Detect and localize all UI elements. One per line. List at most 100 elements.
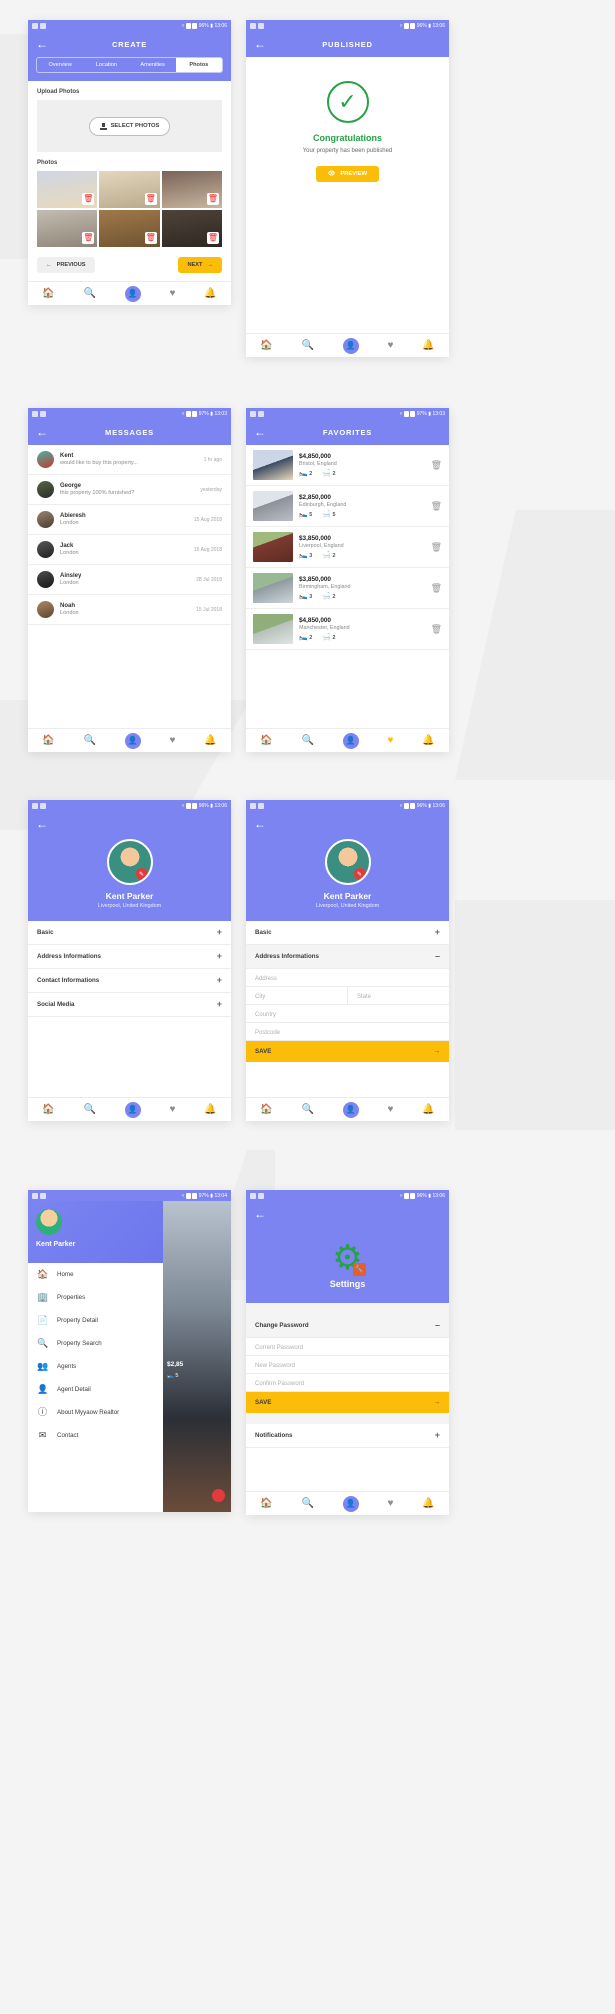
upload-dropzone[interactable]: SELECT PHOTOS xyxy=(37,100,222,152)
table-row[interactable]: $3,850,000 Birmingham, England 🛌 3 🛁 2 🗑 xyxy=(246,568,449,609)
photo-thumb[interactable]: 🗑 xyxy=(37,210,98,247)
select-photos-button[interactable]: SELECT PHOTOS xyxy=(88,116,171,136)
nav-profile-icon[interactable]: 👤 xyxy=(342,1495,359,1512)
nav-heart-icon[interactable]: ♥ xyxy=(387,735,393,746)
floating-action-button[interactable] xyxy=(212,1489,225,1502)
nav-bell-icon[interactable]: 🔔 xyxy=(422,1498,434,1509)
nav-home-icon[interactable]: 🏠 xyxy=(42,1104,54,1115)
tab-amenities[interactable]: Amenities xyxy=(130,58,176,72)
menu-item-properties[interactable]: 🏢 Properties xyxy=(28,1286,163,1309)
nav-home-icon[interactable]: 🏠 xyxy=(260,735,272,746)
nav-search-icon[interactable]: 🔍 xyxy=(302,1104,314,1115)
menu-item-agents[interactable]: 👥 Agents xyxy=(28,1355,163,1378)
delete-photo-button[interactable]: 🗑 xyxy=(82,232,95,244)
nav-heart-icon[interactable]: ♥ xyxy=(169,288,175,299)
list-item[interactable]: Noah London 15 Jul 2018 xyxy=(28,595,231,625)
nav-home-icon[interactable]: 🏠 xyxy=(260,1104,272,1115)
nav-profile-icon[interactable]: 👤 xyxy=(124,1101,141,1118)
nav-bell-icon[interactable]: 🔔 xyxy=(204,1104,216,1115)
photo-thumb[interactable]: 🗑 xyxy=(99,171,160,208)
menu-item-agent-detail[interactable]: 👤 Agent Detail xyxy=(28,1378,163,1401)
nav-search-icon[interactable]: 🔍 xyxy=(84,288,96,299)
back-arrow-icon[interactable]: ← xyxy=(36,818,48,830)
accordion-contact[interactable]: Contact Informations + xyxy=(28,969,231,993)
accordion-address[interactable]: Address Informations – xyxy=(246,945,449,969)
menu-item-property-detail[interactable]: 📄 Property Detail xyxy=(28,1309,163,1332)
nav-heart-icon[interactable]: ♥ xyxy=(387,340,393,351)
nav-search-icon[interactable]: 🔍 xyxy=(302,340,314,351)
tab-overview[interactable]: Overview xyxy=(37,58,83,72)
list-item[interactable]: Abieresh London 15 Aug 2018 xyxy=(28,505,231,535)
nav-heart-icon[interactable]: ♥ xyxy=(387,1498,393,1509)
remove-favorite-button[interactable]: 🗑 xyxy=(431,624,442,635)
remove-favorite-button[interactable]: 🗑 xyxy=(431,501,442,512)
current-password-field[interactable]: Current Password xyxy=(246,1338,449,1356)
list-item[interactable]: Jack London 15 Aug 2018 xyxy=(28,535,231,565)
postcode-field[interactable]: Postcode xyxy=(246,1023,449,1041)
nav-search-icon[interactable]: 🔍 xyxy=(84,735,96,746)
city-field[interactable]: City xyxy=(246,987,348,1005)
preview-button[interactable]: 👁 PREVIEW xyxy=(315,166,380,182)
menu-item-home[interactable]: 🏠 Home xyxy=(28,1263,163,1286)
accordion-change-password[interactable]: Change Password – xyxy=(246,1314,449,1338)
tab-location[interactable]: Location xyxy=(83,58,129,72)
nav-profile-icon[interactable]: 👤 xyxy=(342,1101,359,1118)
nav-search-icon[interactable]: 🔍 xyxy=(302,735,314,746)
table-row[interactable]: $3,850,000 Liverpool, England 🛌 3 🛁 2 🗑 xyxy=(246,527,449,568)
nav-profile-icon[interactable]: 👤 xyxy=(124,285,141,302)
nav-bell-icon[interactable]: 🔔 xyxy=(422,1104,434,1115)
save-button[interactable]: SAVE → xyxy=(246,1392,449,1413)
delete-photo-button[interactable]: 🗑 xyxy=(82,193,95,205)
photo-thumb[interactable]: 🗑 xyxy=(37,171,98,208)
back-arrow-icon[interactable]: ← xyxy=(254,426,266,438)
nav-home-icon[interactable]: 🏠 xyxy=(42,735,54,746)
nav-bell-icon[interactable]: 🔔 xyxy=(422,735,434,746)
new-password-field[interactable]: New Password xyxy=(246,1356,449,1374)
avatar[interactable]: ✎ xyxy=(106,839,153,885)
nav-search-icon[interactable]: 🔍 xyxy=(302,1498,314,1509)
back-arrow-icon[interactable]: ← xyxy=(254,38,266,50)
accordion-notifications[interactable]: Notifications + xyxy=(246,1424,449,1448)
nav-heart-icon[interactable]: ♥ xyxy=(169,735,175,746)
nav-home-icon[interactable]: 🏠 xyxy=(260,1498,272,1509)
accordion-basic[interactable]: Basic + xyxy=(246,921,449,945)
edit-badge-icon[interactable]: ✎ xyxy=(353,868,366,880)
back-arrow-icon[interactable]: ← xyxy=(36,38,48,50)
save-button[interactable]: SAVE → xyxy=(246,1041,449,1062)
table-row[interactable]: $4,850,000 Manchester, England 🛌 2 🛁 2 🗑 xyxy=(246,609,449,650)
country-field[interactable]: Country xyxy=(246,1005,449,1023)
nav-profile-icon[interactable]: 👤 xyxy=(342,732,359,749)
edit-badge-icon[interactable]: ✎ xyxy=(135,868,148,880)
nav-home-icon[interactable]: 🏠 xyxy=(42,288,54,299)
nav-bell-icon[interactable]: 🔔 xyxy=(204,735,216,746)
menu-item-property-search[interactable]: 🔍 Property Search xyxy=(28,1332,163,1355)
remove-favorite-button[interactable]: 🗑 xyxy=(431,583,442,594)
photo-thumb[interactable]: 🗑 xyxy=(161,171,222,208)
remove-favorite-button[interactable]: 🗑 xyxy=(431,460,442,471)
photo-thumb[interactable]: 🗑 xyxy=(161,210,222,247)
accordion-address[interactable]: Address Informations + xyxy=(28,945,231,969)
previous-button[interactable]: ← PREVIOUS xyxy=(37,257,95,273)
accordion-social[interactable]: Social Media + xyxy=(28,993,231,1017)
table-row[interactable]: $4,850,000 Bristol, England 🛌 2 🛁 2 🗑 xyxy=(246,445,449,486)
address-field[interactable]: Address xyxy=(246,969,449,987)
delete-photo-button[interactable]: 🗑 xyxy=(144,232,157,244)
back-arrow-icon[interactable]: ← xyxy=(36,426,48,438)
next-button[interactable]: NEXT → xyxy=(178,257,222,273)
list-item[interactable]: George this property 100% furnished? yes… xyxy=(28,475,231,505)
confirm-password-field[interactable]: Confirm Password xyxy=(246,1374,449,1392)
avatar[interactable] xyxy=(36,1209,62,1235)
nav-bell-icon[interactable]: 🔔 xyxy=(422,340,434,351)
nav-profile-icon[interactable]: 👤 xyxy=(342,337,359,354)
avatar[interactable]: ✎ xyxy=(324,839,371,885)
menu-item-contact[interactable]: ✉ Contact xyxy=(28,1424,163,1447)
accordion-basic[interactable]: Basic + xyxy=(28,921,231,945)
photo-thumb[interactable]: 🗑 xyxy=(99,210,160,247)
nav-home-icon[interactable]: 🏠 xyxy=(260,340,272,351)
nav-bell-icon[interactable]: 🔔 xyxy=(204,288,216,299)
nav-profile-icon[interactable]: 👤 xyxy=(124,732,141,749)
list-item[interactable]: Ainsley London 28 Jul 2018 xyxy=(28,565,231,595)
table-row[interactable]: $2,850,000 Edinburgh, England 🛌 5 🛁 5 🗑 xyxy=(246,486,449,527)
nav-heart-icon[interactable]: ♥ xyxy=(169,1104,175,1115)
delete-photo-button[interactable]: 🗑 xyxy=(206,232,219,244)
